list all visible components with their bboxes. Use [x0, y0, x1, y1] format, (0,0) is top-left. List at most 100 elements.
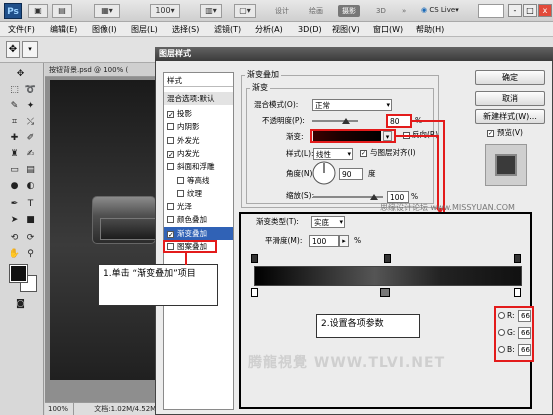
quick-mask-icon[interactable]: ◙ [14, 298, 27, 311]
gradient-dropdown-icon[interactable]: ▾ [383, 131, 392, 141]
color-stop-right[interactable] [514, 288, 521, 297]
menu-layer[interactable]: 图层(L) [131, 23, 158, 36]
cancel-button[interactable]: 取消 [475, 91, 545, 106]
move-tool-preset-icon[interactable]: ✥ [6, 41, 20, 58]
style-checkbox[interactable] [167, 123, 174, 131]
menu-analysis[interactable]: 分析(A) [255, 23, 283, 36]
search-input[interactable] [478, 4, 504, 18]
ok-button[interactable]: 确定 [475, 70, 545, 85]
3d-rotate-tool-icon[interactable]: ⟲ [8, 232, 21, 245]
rgb-radio[interactable] [498, 312, 505, 319]
healing-brush-tool-icon[interactable]: ✚ [8, 132, 21, 145]
style-checkbox[interactable] [167, 136, 174, 144]
workspace-painting[interactable]: 绘画 [305, 5, 327, 17]
rgb-input[interactable]: 66 [518, 327, 531, 339]
style-item[interactable]: 内阴影 [164, 120, 233, 133]
style-checkbox[interactable] [167, 163, 174, 171]
style-checkbox[interactable] [167, 216, 174, 224]
menu-filter[interactable]: 滤镜(T) [214, 23, 241, 36]
rgb-input[interactable]: 66 [518, 310, 531, 322]
style-item[interactable]: 外发光 [164, 134, 233, 147]
pen-tool-icon[interactable]: ✒ [8, 198, 21, 211]
style-item[interactable]: ✓ 渐变叠加 [164, 226, 233, 240]
smoothness-dropdown-icon[interactable]: ▸ [339, 235, 349, 247]
style-checkbox[interactable]: ✓ [167, 150, 174, 158]
menu-image[interactable]: 图像(I) [92, 23, 117, 36]
gradient-bar[interactable] [254, 266, 522, 286]
zoom-level-icon[interactable]: 100▾ [150, 4, 180, 18]
menu-edit[interactable]: 编辑(E) [50, 23, 77, 36]
shape-tool-icon[interactable]: ■ [24, 214, 37, 227]
minimize-button[interactable]: - [508, 4, 522, 17]
blend-mode-select[interactable]: 正常 [312, 99, 392, 111]
opacity-stop-right[interactable] [514, 254, 521, 263]
marquee-tool-icon[interactable]: ⬚ [8, 84, 21, 97]
move-tool-icon[interactable]: ✥ [14, 68, 27, 81]
align-with-layer-checkbox[interactable]: ✓ [360, 150, 367, 157]
style-checkbox[interactable] [177, 176, 184, 184]
gradient-tool-icon[interactable]: ▤ [24, 164, 37, 177]
opacity-input[interactable]: 80 [386, 114, 412, 128]
rgb-input[interactable]: 66 [518, 344, 531, 356]
opacity-stop-left[interactable] [251, 254, 258, 263]
style-checkbox[interactable] [167, 203, 174, 211]
opacity-stop-middle[interactable] [384, 254, 391, 263]
style-item[interactable]: 光泽 [164, 200, 233, 213]
document-tab[interactable]: 按钮背景.psd @ 100% ( [45, 63, 157, 77]
maximize-button[interactable]: □ [523, 4, 537, 17]
style-checkbox[interactable]: ✓ [167, 230, 174, 238]
eyedropper-tool-icon[interactable]: ⤯ [24, 116, 37, 129]
styles-header[interactable]: 样式 [164, 74, 233, 87]
gradient-picker[interactable] [313, 131, 381, 141]
blur-tool-icon[interactable]: ● [8, 180, 21, 193]
workspace-more[interactable]: » [398, 5, 410, 17]
color-stop-middle[interactable] [380, 288, 390, 297]
rgb-radio[interactable] [498, 329, 505, 336]
new-style-button[interactable]: 新建样式(W)... [475, 109, 545, 124]
workspace-design[interactable]: 设计 [271, 5, 293, 17]
opacity-slider[interactable] [312, 120, 358, 122]
opacity-slider-thumb[interactable] [342, 118, 350, 124]
lasso-tool-icon[interactable]: ➰ [24, 84, 37, 97]
type-tool-icon[interactable]: T [24, 198, 37, 211]
angle-input[interactable]: 90 [339, 168, 363, 180]
scale-slider-thumb[interactable] [370, 194, 378, 200]
magic-wand-tool-icon[interactable]: ✦ [24, 100, 37, 113]
style-checkbox[interactable]: ✓ [167, 111, 174, 119]
style-item[interactable]: 斜面和浮雕 [164, 160, 233, 173]
color-stop-left[interactable] [251, 288, 258, 297]
bridge-icon[interactable]: ▣ [28, 4, 48, 18]
menu-3d[interactable]: 3D(D) [298, 23, 322, 36]
foreground-color-swatch[interactable] [9, 264, 28, 283]
quick-selection-tool-icon[interactable]: ✎ [8, 100, 21, 113]
view-extras-icon[interactable]: ▦▾ [94, 4, 120, 18]
preview-checkbox[interactable]: ✓ [487, 130, 494, 137]
style-item[interactable]: 等高线 [164, 174, 233, 187]
workspace-photography[interactable]: 摄影 [338, 5, 360, 17]
gradient-type-select[interactable]: 实底 [311, 216, 345, 228]
mini-bridge-icon[interactable]: ▤ [52, 4, 72, 18]
style-item[interactable]: ✓ 内发光 [164, 147, 233, 160]
tool-preset-dropdown-icon[interactable]: ▾ [22, 41, 38, 58]
3d-camera-tool-icon[interactable]: ⟳ [24, 232, 37, 245]
eraser-tool-icon[interactable]: ▭ [8, 164, 21, 177]
style-item[interactable]: 纹理 [164, 187, 233, 200]
style-item[interactable]: 颜色叠加 [164, 213, 233, 226]
close-button[interactable]: x [538, 4, 552, 17]
clone-stamp-tool-icon[interactable]: ♜ [8, 148, 21, 161]
hand-tool-icon[interactable]: ✋ [8, 248, 21, 261]
history-brush-tool-icon[interactable]: ✍ [24, 148, 37, 161]
arrange-documents-icon[interactable]: ▥▾ [200, 4, 222, 18]
brush-tool-icon[interactable]: ✐ [24, 132, 37, 145]
path-selection-tool-icon[interactable]: ➤ [8, 214, 21, 227]
rgb-radio[interactable] [498, 346, 505, 353]
zoom-tool-icon[interactable]: ⚲ [24, 248, 37, 261]
angle-dial[interactable] [311, 160, 337, 186]
style-select[interactable]: 线性 [313, 148, 353, 160]
workspace-3d[interactable]: 3D [372, 5, 390, 17]
menu-select[interactable]: 选择(S) [172, 23, 199, 36]
crop-tool-icon[interactable]: ⌗ [8, 116, 21, 129]
cs-live-button[interactable]: ◉ CS Live▾ [421, 4, 473, 18]
screen-mode-icon[interactable]: ▢▾ [234, 4, 256, 18]
menu-view[interactable]: 视图(V) [332, 23, 360, 36]
